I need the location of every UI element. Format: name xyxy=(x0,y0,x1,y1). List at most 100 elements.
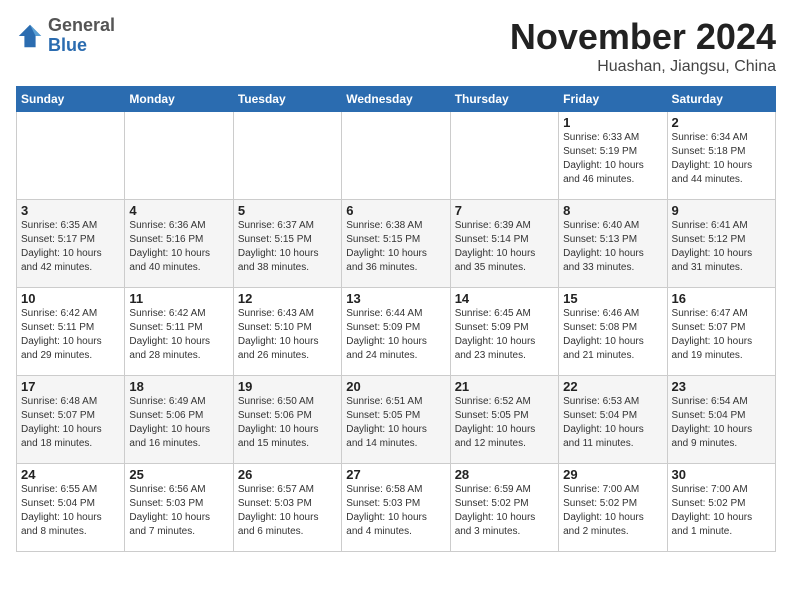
calendar-cell: 8Sunrise: 6:40 AM Sunset: 5:13 PM Daylig… xyxy=(559,200,667,288)
day-info: Sunrise: 6:42 AM Sunset: 5:11 PM Dayligh… xyxy=(129,307,228,363)
weekday-header-saturday: Saturday xyxy=(667,87,775,112)
day-info: Sunrise: 6:41 AM Sunset: 5:12 PM Dayligh… xyxy=(672,219,771,275)
calendar-week-row: 3Sunrise: 6:35 AM Sunset: 5:17 PM Daylig… xyxy=(17,200,776,288)
calendar-cell: 13Sunrise: 6:44 AM Sunset: 5:09 PM Dayli… xyxy=(342,288,450,376)
day-info: Sunrise: 6:43 AM Sunset: 5:10 PM Dayligh… xyxy=(238,307,337,363)
day-info: Sunrise: 6:50 AM Sunset: 5:06 PM Dayligh… xyxy=(238,395,337,451)
calendar-cell: 4Sunrise: 6:36 AM Sunset: 5:16 PM Daylig… xyxy=(125,200,233,288)
day-number: 19 xyxy=(238,379,337,394)
page-header: General Blue November 2024 Huashan, Jian… xyxy=(16,16,776,76)
day-info: Sunrise: 6:47 AM Sunset: 5:07 PM Dayligh… xyxy=(672,307,771,363)
calendar-cell: 17Sunrise: 6:48 AM Sunset: 5:07 PM Dayli… xyxy=(17,376,125,464)
day-number: 23 xyxy=(672,379,771,394)
day-info: Sunrise: 6:35 AM Sunset: 5:17 PM Dayligh… xyxy=(21,219,120,275)
day-number: 28 xyxy=(455,467,554,482)
calendar-cell: 7Sunrise: 6:39 AM Sunset: 5:14 PM Daylig… xyxy=(450,200,558,288)
calendar-cell: 18Sunrise: 6:49 AM Sunset: 5:06 PM Dayli… xyxy=(125,376,233,464)
day-info: Sunrise: 6:55 AM Sunset: 5:04 PM Dayligh… xyxy=(21,483,120,539)
day-number: 25 xyxy=(129,467,228,482)
logo-icon xyxy=(16,22,44,50)
weekday-header-thursday: Thursday xyxy=(450,87,558,112)
day-number: 5 xyxy=(238,203,337,218)
day-info: Sunrise: 6:59 AM Sunset: 5:02 PM Dayligh… xyxy=(455,483,554,539)
calendar-cell: 5Sunrise: 6:37 AM Sunset: 5:15 PM Daylig… xyxy=(233,200,341,288)
day-info: Sunrise: 6:44 AM Sunset: 5:09 PM Dayligh… xyxy=(346,307,445,363)
day-info: Sunrise: 6:52 AM Sunset: 5:05 PM Dayligh… xyxy=(455,395,554,451)
calendar-table: SundayMondayTuesdayWednesdayThursdayFrid… xyxy=(16,86,776,552)
weekday-header-friday: Friday xyxy=(559,87,667,112)
calendar-week-row: 1Sunrise: 6:33 AM Sunset: 5:19 PM Daylig… xyxy=(17,112,776,200)
calendar-week-row: 24Sunrise: 6:55 AM Sunset: 5:04 PM Dayli… xyxy=(17,464,776,552)
day-number: 11 xyxy=(129,291,228,306)
calendar-cell xyxy=(342,112,450,200)
day-number: 2 xyxy=(672,115,771,130)
calendar-week-row: 10Sunrise: 6:42 AM Sunset: 5:11 PM Dayli… xyxy=(17,288,776,376)
calendar-cell: 22Sunrise: 6:53 AM Sunset: 5:04 PM Dayli… xyxy=(559,376,667,464)
calendar-cell: 14Sunrise: 6:45 AM Sunset: 5:09 PM Dayli… xyxy=(450,288,558,376)
calendar-cell xyxy=(17,112,125,200)
day-number: 24 xyxy=(21,467,120,482)
calendar-body: 1Sunrise: 6:33 AM Sunset: 5:19 PM Daylig… xyxy=(17,112,776,552)
calendar-cell: 9Sunrise: 6:41 AM Sunset: 5:12 PM Daylig… xyxy=(667,200,775,288)
calendar-cell: 26Sunrise: 6:57 AM Sunset: 5:03 PM Dayli… xyxy=(233,464,341,552)
day-number: 4 xyxy=(129,203,228,218)
day-number: 10 xyxy=(21,291,120,306)
day-info: Sunrise: 6:45 AM Sunset: 5:09 PM Dayligh… xyxy=(455,307,554,363)
calendar-cell: 20Sunrise: 6:51 AM Sunset: 5:05 PM Dayli… xyxy=(342,376,450,464)
day-number: 18 xyxy=(129,379,228,394)
day-number: 7 xyxy=(455,203,554,218)
day-number: 3 xyxy=(21,203,120,218)
calendar-cell xyxy=(450,112,558,200)
day-info: Sunrise: 7:00 AM Sunset: 5:02 PM Dayligh… xyxy=(563,483,662,539)
day-info: Sunrise: 6:46 AM Sunset: 5:08 PM Dayligh… xyxy=(563,307,662,363)
calendar-header: SundayMondayTuesdayWednesdayThursdayFrid… xyxy=(17,87,776,112)
day-number: 21 xyxy=(455,379,554,394)
calendar-cell: 16Sunrise: 6:47 AM Sunset: 5:07 PM Dayli… xyxy=(667,288,775,376)
calendar-cell: 11Sunrise: 6:42 AM Sunset: 5:11 PM Dayli… xyxy=(125,288,233,376)
day-number: 17 xyxy=(21,379,120,394)
day-info: Sunrise: 6:57 AM Sunset: 5:03 PM Dayligh… xyxy=(238,483,337,539)
calendar-cell: 2Sunrise: 6:34 AM Sunset: 5:18 PM Daylig… xyxy=(667,112,775,200)
weekday-header-sunday: Sunday xyxy=(17,87,125,112)
day-number: 16 xyxy=(672,291,771,306)
day-info: Sunrise: 6:48 AM Sunset: 5:07 PM Dayligh… xyxy=(21,395,120,451)
day-number: 15 xyxy=(563,291,662,306)
day-number: 13 xyxy=(346,291,445,306)
calendar-cell: 25Sunrise: 6:56 AM Sunset: 5:03 PM Dayli… xyxy=(125,464,233,552)
calendar-cell: 19Sunrise: 6:50 AM Sunset: 5:06 PM Dayli… xyxy=(233,376,341,464)
day-info: Sunrise: 6:38 AM Sunset: 5:15 PM Dayligh… xyxy=(346,219,445,275)
calendar-cell: 10Sunrise: 6:42 AM Sunset: 5:11 PM Dayli… xyxy=(17,288,125,376)
calendar-cell: 3Sunrise: 6:35 AM Sunset: 5:17 PM Daylig… xyxy=(17,200,125,288)
day-number: 27 xyxy=(346,467,445,482)
day-info: Sunrise: 6:36 AM Sunset: 5:16 PM Dayligh… xyxy=(129,219,228,275)
calendar-cell xyxy=(125,112,233,200)
day-info: Sunrise: 6:49 AM Sunset: 5:06 PM Dayligh… xyxy=(129,395,228,451)
day-info: Sunrise: 6:39 AM Sunset: 5:14 PM Dayligh… xyxy=(455,219,554,275)
month-title: November 2024 xyxy=(510,16,776,58)
day-number: 30 xyxy=(672,467,771,482)
day-info: Sunrise: 6:53 AM Sunset: 5:04 PM Dayligh… xyxy=(563,395,662,451)
location-text: Huashan, Jiangsu, China xyxy=(510,58,776,76)
calendar-cell xyxy=(233,112,341,200)
calendar-cell: 6Sunrise: 6:38 AM Sunset: 5:15 PM Daylig… xyxy=(342,200,450,288)
day-number: 22 xyxy=(563,379,662,394)
day-info: Sunrise: 6:42 AM Sunset: 5:11 PM Dayligh… xyxy=(21,307,120,363)
calendar-cell: 12Sunrise: 6:43 AM Sunset: 5:10 PM Dayli… xyxy=(233,288,341,376)
title-area: November 2024 Huashan, Jiangsu, China xyxy=(510,16,776,76)
day-number: 9 xyxy=(672,203,771,218)
calendar-cell: 24Sunrise: 6:55 AM Sunset: 5:04 PM Dayli… xyxy=(17,464,125,552)
weekday-header-tuesday: Tuesday xyxy=(233,87,341,112)
calendar-cell: 30Sunrise: 7:00 AM Sunset: 5:02 PM Dayli… xyxy=(667,464,775,552)
logo-general-text: General xyxy=(48,16,115,36)
day-number: 12 xyxy=(238,291,337,306)
day-info: Sunrise: 6:40 AM Sunset: 5:13 PM Dayligh… xyxy=(563,219,662,275)
calendar-cell: 1Sunrise: 6:33 AM Sunset: 5:19 PM Daylig… xyxy=(559,112,667,200)
day-info: Sunrise: 6:58 AM Sunset: 5:03 PM Dayligh… xyxy=(346,483,445,539)
day-number: 14 xyxy=(455,291,554,306)
weekday-header-monday: Monday xyxy=(125,87,233,112)
day-number: 26 xyxy=(238,467,337,482)
calendar-cell: 29Sunrise: 7:00 AM Sunset: 5:02 PM Dayli… xyxy=(559,464,667,552)
calendar-cell: 23Sunrise: 6:54 AM Sunset: 5:04 PM Dayli… xyxy=(667,376,775,464)
day-number: 20 xyxy=(346,379,445,394)
day-info: Sunrise: 6:51 AM Sunset: 5:05 PM Dayligh… xyxy=(346,395,445,451)
